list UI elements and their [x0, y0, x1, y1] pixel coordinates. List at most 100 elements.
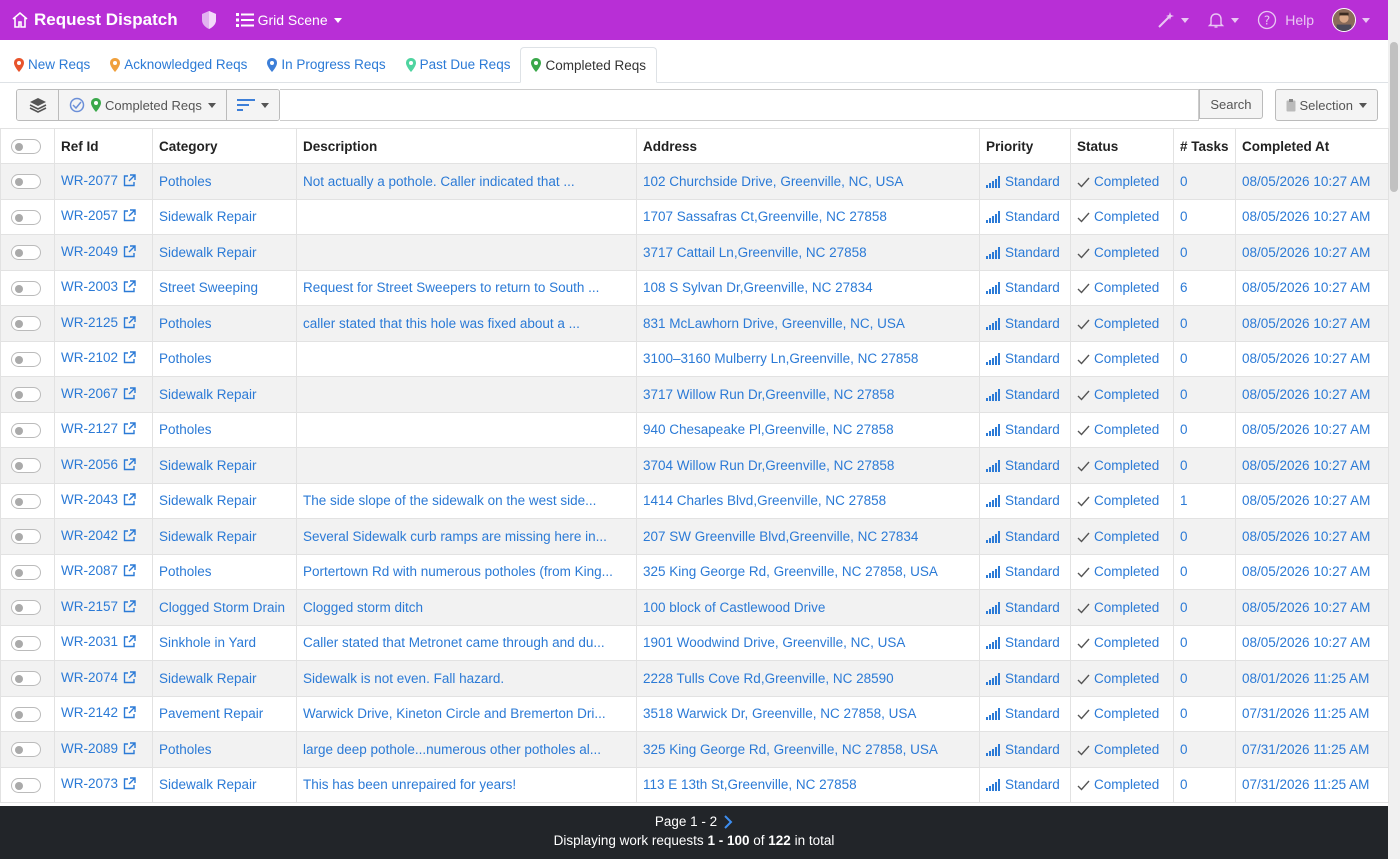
tasks-cell[interactable]: 0 [1173, 163, 1236, 200]
address-cell[interactable]: 1901 Woodwind Drive, Greenville, NC, USA [636, 624, 980, 661]
priority-cell[interactable]: Standard [979, 234, 1071, 271]
sort-dropdown[interactable] [226, 90, 279, 120]
table-row[interactable]: WR-2003 Street Sweeping Request for Street… [0, 269, 1389, 306]
category-cell[interactable]: Potholes [152, 411, 297, 448]
category-cell[interactable]: Sidewalk Repair [152, 198, 297, 235]
address-cell[interactable]: 207 SW Greenville Blvd,Greenville, NC 27… [636, 518, 980, 555]
status-cell[interactable]: Completed [1070, 731, 1174, 768]
tab-completed-reqs[interactable]: Completed Reqs [520, 47, 658, 83]
status-cell[interactable]: Completed [1070, 766, 1174, 803]
ref-id-link[interactable]: WR-2003 [61, 279, 118, 294]
priority-cell[interactable]: Standard [979, 376, 1071, 413]
scene-dropdown[interactable]: Grid Scene [235, 12, 342, 28]
priority-cell[interactable]: Standard [979, 269, 1071, 306]
table-row[interactable]: WR-2127 Potholes 940 Chesapeake Pl,Greenvi… [0, 411, 1389, 448]
ref-id-link[interactable]: WR-2102 [61, 350, 118, 365]
status-cell[interactable]: Completed [1070, 624, 1174, 661]
row-select-toggle[interactable] [11, 387, 41, 403]
search-input[interactable] [279, 90, 1199, 120]
category-cell[interactable]: Clogged Storm Drain [152, 589, 297, 626]
ref-id-link[interactable]: WR-2125 [61, 315, 118, 330]
category-cell[interactable]: Sidewalk Repair [152, 447, 297, 484]
column-header[interactable]: Completed At [1235, 128, 1389, 164]
ref-id-link[interactable]: WR-2057 [61, 208, 118, 223]
category-cell[interactable]: Sidewalk Repair [152, 660, 297, 697]
description-cell[interactable] [296, 234, 637, 271]
external-link-icon[interactable] [123, 351, 136, 367]
external-link-icon[interactable] [123, 174, 136, 190]
address-cell[interactable]: 113 E 13th St,Greenville, NC 27858 [636, 766, 980, 803]
selection-dropdown[interactable]: Selection [1274, 89, 1378, 121]
ref-id-cell[interactable]: WR-2003 [54, 269, 153, 306]
table-row[interactable]: WR-2056 Sidewalk Repair 3704 Willow Run Dr… [0, 447, 1389, 484]
address-cell[interactable]: 100 block of Castlewood Drive [636, 589, 980, 626]
priority-cell[interactable]: Standard [979, 411, 1071, 448]
ref-id-link[interactable]: WR-2043 [61, 492, 118, 507]
priority-cell[interactable]: Standard [979, 482, 1071, 519]
priority-cell[interactable]: Standard [979, 766, 1071, 803]
table-row[interactable]: WR-2031 Sinkhole in Yard Caller stated tha… [0, 624, 1389, 661]
external-link-icon[interactable] [123, 777, 136, 793]
external-link-icon[interactable] [123, 635, 136, 651]
description-cell[interactable]: Not actually a pothole. Caller indicated… [296, 163, 637, 200]
priority-cell[interactable]: Standard [979, 660, 1071, 697]
ref-id-cell[interactable]: WR-2074 [54, 660, 153, 697]
completed-at-cell[interactable]: 07/31/2026 11:25 AM [1235, 766, 1389, 803]
description-cell[interactable]: Caller stated that Metronet came through… [296, 624, 637, 661]
completed-at-cell[interactable]: 08/05/2026 10:27 AM [1235, 518, 1389, 555]
address-cell[interactable]: 108 S Sylvan Dr,Greenville, NC 27834 [636, 269, 980, 306]
external-link-icon[interactable] [123, 458, 136, 474]
column-header[interactable]: # Tasks [1173, 128, 1236, 164]
external-link-icon[interactable] [123, 209, 136, 225]
external-link-icon[interactable] [123, 671, 136, 687]
magic-wand-menu[interactable] [1157, 11, 1190, 29]
description-cell[interactable] [296, 447, 637, 484]
completed-at-cell[interactable]: 08/05/2026 10:27 AM [1235, 411, 1389, 448]
row-select-toggle[interactable] [11, 564, 41, 580]
category-cell[interactable]: Sidewalk Repair [152, 766, 297, 803]
ref-id-cell[interactable]: WR-2127 [54, 411, 153, 448]
category-cell[interactable]: Sidewalk Repair [152, 376, 297, 413]
ref-id-cell[interactable]: WR-2089 [54, 731, 153, 768]
tab-acknowledged-reqs[interactable]: Acknowledged Reqs [100, 47, 257, 82]
completed-at-cell[interactable]: 08/05/2026 10:27 AM [1235, 589, 1389, 626]
category-cell[interactable]: Potholes [152, 340, 297, 377]
next-page-button[interactable] [723, 814, 733, 829]
row-select-toggle[interactable] [11, 529, 41, 545]
address-cell[interactable]: 3100–3160 Mulberry Ln,Greenville, NC 278… [636, 340, 980, 377]
row-select-toggle[interactable] [11, 316, 41, 332]
category-cell[interactable]: Sidewalk Repair [152, 482, 297, 519]
description-cell[interactable]: Portertown Rd with numerous potholes (fr… [296, 553, 637, 590]
row-select-toggle[interactable] [11, 600, 41, 616]
address-cell[interactable]: 3704 Willow Run Dr,Greenville, NC 27858 [636, 447, 980, 484]
tasks-cell[interactable]: 0 [1173, 234, 1236, 271]
status-cell[interactable]: Completed [1070, 198, 1174, 235]
external-link-icon[interactable] [123, 316, 136, 332]
app-brand[interactable]: Request Dispatch [10, 10, 178, 30]
description-cell[interactable] [296, 411, 637, 448]
category-cell[interactable]: Potholes [152, 731, 297, 768]
table-row[interactable]: WR-2087 Potholes Portertown Rd with numero… [0, 553, 1389, 590]
priority-cell[interactable]: Standard [979, 731, 1071, 768]
ref-id-link[interactable]: WR-2087 [61, 563, 118, 578]
ref-id-link[interactable]: WR-2077 [61, 173, 118, 188]
tasks-cell[interactable]: 0 [1173, 589, 1236, 626]
external-link-icon[interactable] [123, 600, 136, 616]
external-link-icon[interactable] [123, 493, 136, 509]
status-cell[interactable]: Completed [1070, 269, 1174, 306]
priority-cell[interactable]: Standard [979, 589, 1071, 626]
row-select-toggle[interactable] [11, 245, 41, 261]
ref-id-link[interactable]: WR-2042 [61, 528, 118, 543]
description-cell[interactable]: This has been unrepaired for years! [296, 766, 637, 803]
address-cell[interactable]: 940 Chesapeake Pl,Greenville, NC 27858 [636, 411, 980, 448]
completed-at-cell[interactable]: 08/05/2026 10:27 AM [1235, 447, 1389, 484]
table-row[interactable]: WR-2042 Sidewalk Repair Several Sidewalk c… [0, 518, 1389, 555]
table-row[interactable]: WR-2142 Pavement Repair Warwick Drive, Kin… [0, 695, 1389, 732]
ref-id-link[interactable]: WR-2089 [61, 741, 118, 756]
external-link-icon[interactable] [123, 280, 136, 296]
completed-at-cell[interactable]: 08/05/2026 10:27 AM [1235, 553, 1389, 590]
status-cell[interactable]: Completed [1070, 376, 1174, 413]
completed-at-cell[interactable]: 08/05/2026 10:27 AM [1235, 624, 1389, 661]
category-cell[interactable]: Sidewalk Repair [152, 234, 297, 271]
ref-id-cell[interactable]: WR-2142 [54, 695, 153, 732]
